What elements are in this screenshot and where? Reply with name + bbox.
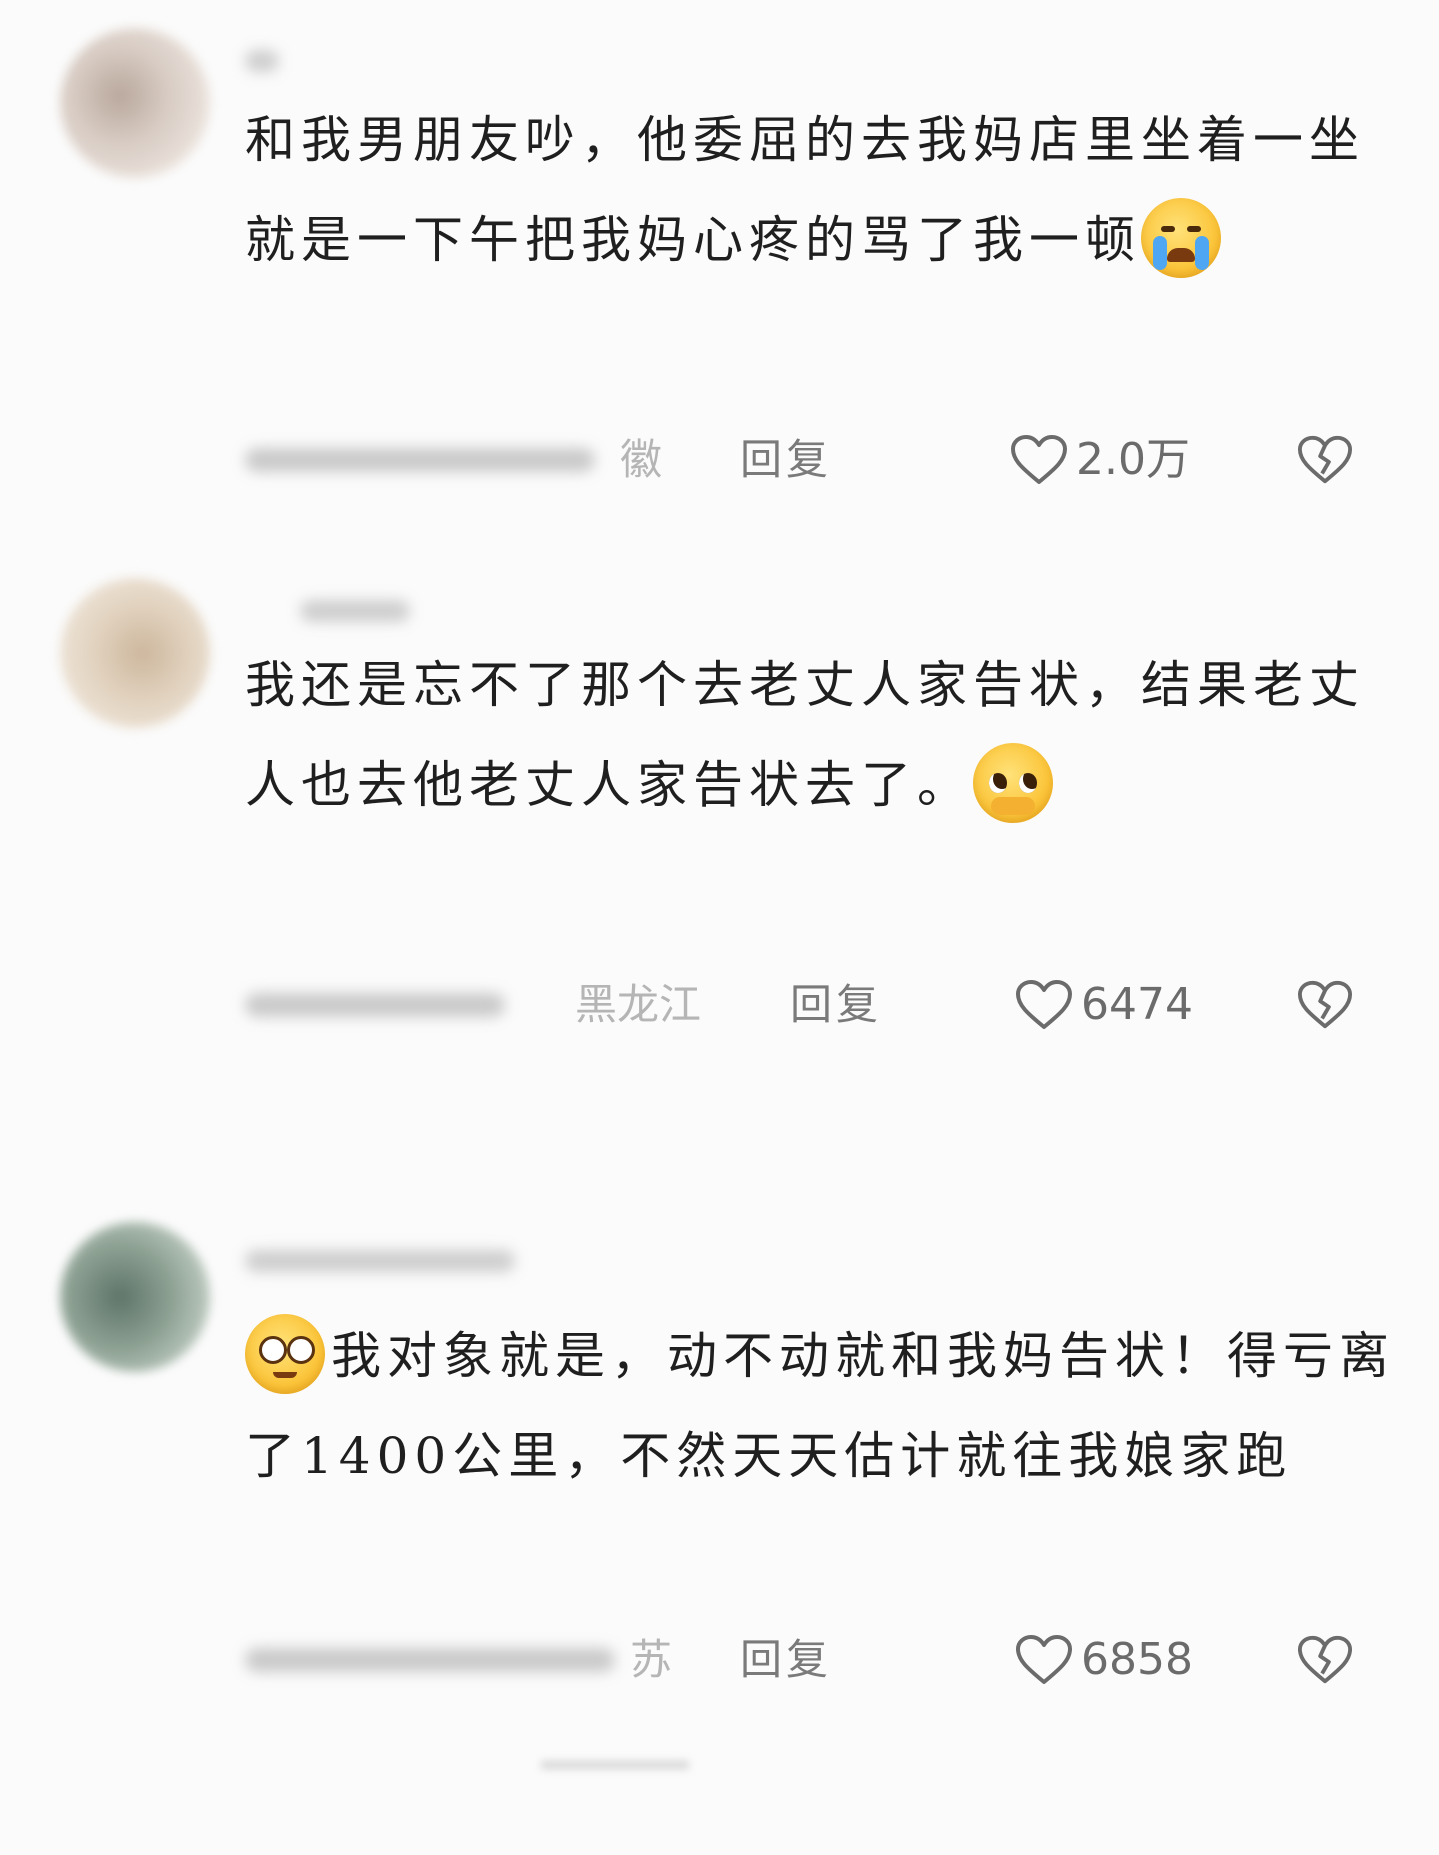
comment-meta: 苏 回复 6858 <box>245 1630 1439 1690</box>
heart-outline-icon <box>1011 435 1067 484</box>
timestamp-redacted <box>245 993 505 1017</box>
like-count: 6474 <box>1081 979 1193 1030</box>
heart-outline-icon <box>1016 980 1072 1029</box>
flushed-face-emoji <box>245 1314 325 1394</box>
avatar[interactable] <box>60 28 210 178</box>
next-comment-redacted <box>540 1760 690 1770</box>
heart-outline-icon <box>1016 1635 1072 1684</box>
comment-text: 我还是忘不了那个去老丈人家告状，结果老丈人也去他老丈人家告状去了。 <box>245 635 1395 835</box>
comment-text: 和我男朋友吵，他委屈的去我妈店里坐着一坐就是一下午把我妈心疼的骂了我一顿 <box>245 90 1395 290</box>
broken-heart-icon[interactable] <box>1297 979 1353 1031</box>
like-count: 6858 <box>1081 1634 1193 1685</box>
timestamp-redacted <box>245 448 595 472</box>
pleading-face-emoji <box>973 743 1053 823</box>
reply-button[interactable]: 回复 <box>740 430 832 490</box>
loudly-crying-face-emoji <box>1141 198 1221 278</box>
location-label: 黑龙江 <box>575 980 702 1029</box>
comment-text-content: 我还是忘不了那个去老丈人家告状，结果老丈人也去他老丈人家告状去了。 <box>245 656 1365 814</box>
location-label: 徽 <box>620 435 663 484</box>
username-redacted[interactable] <box>245 1250 515 1272</box>
comment-meta: 徽 回复 2.0万 <box>245 430 1439 490</box>
username-redacted[interactable] <box>245 50 279 72</box>
comment-text: 我对象就是，动不动就和我妈告状！得亏离了1400公里，不然天天估计就往我娘家跑 <box>245 1306 1395 1506</box>
like-count: 2.0万 <box>1076 434 1190 485</box>
reply-button[interactable]: 回复 <box>790 975 882 1035</box>
comment-meta: 黑龙江 回复 6474 <box>245 975 1439 1035</box>
avatar[interactable] <box>60 578 210 728</box>
comment-text-content: 我对象就是，动不动就和我妈告状！得亏离了1400公里，不然天天估计就往我娘家跑 <box>245 1327 1395 1485</box>
location-label: 苏 <box>630 1635 673 1684</box>
timestamp-redacted <box>245 1648 615 1672</box>
avatar[interactable] <box>60 1222 210 1372</box>
reply-button[interactable]: 回复 <box>740 1630 832 1690</box>
broken-heart-icon[interactable] <box>1297 434 1353 486</box>
broken-heart-icon[interactable] <box>1297 1634 1353 1686</box>
username-redacted[interactable] <box>300 600 410 622</box>
